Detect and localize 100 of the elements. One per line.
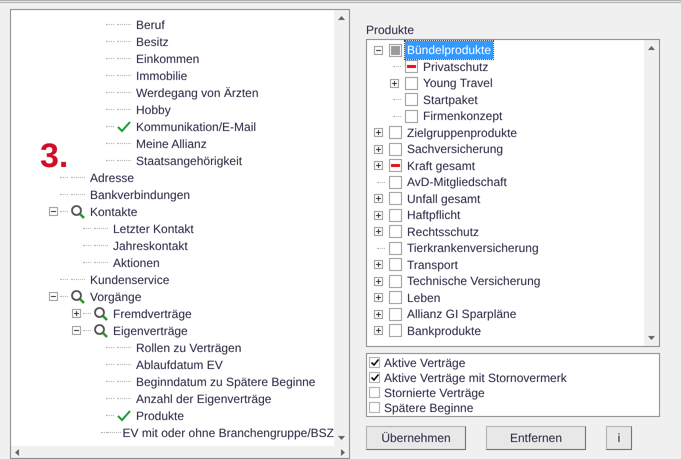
tree-item[interactable]: Immobilie <box>134 66 188 84</box>
scroll-right-icon[interactable] <box>341 448 345 456</box>
vertical-scrollbar[interactable] <box>644 40 659 346</box>
collapse-icon[interactable] <box>48 292 58 301</box>
scroll-down-icon[interactable] <box>338 436 345 440</box>
product-item[interactable]: Technische Versicherung <box>405 272 542 290</box>
tree-item[interactable]: Eigenverträge <box>111 322 188 340</box>
tree-item[interactable]: Staatsangehörigkeit <box>134 152 242 170</box>
scroll-up-icon[interactable] <box>338 16 345 20</box>
tree-item[interactable]: Adresse <box>88 168 134 186</box>
tree-checkbox[interactable] <box>389 225 402 238</box>
tree-checkbox[interactable] <box>389 142 402 156</box>
scroll-left-icon[interactable] <box>15 448 19 456</box>
product-item[interactable]: Tierkrankenversicherung <box>405 239 541 258</box>
expand-icon[interactable] <box>374 128 382 138</box>
expand-icon[interactable] <box>374 276 382 286</box>
product-item[interactable]: Unfall gesamt <box>405 190 482 208</box>
tree-checkbox[interactable] <box>389 176 402 189</box>
collapse-icon[interactable] <box>48 207 58 216</box>
tree-checkbox[interactable] <box>405 110 418 123</box>
expand-icon[interactable] <box>374 144 382 154</box>
expand-icon[interactable] <box>374 326 382 336</box>
product-item[interactable]: Haftpflicht <box>405 206 462 224</box>
product-item[interactable]: Startpaket <box>421 90 480 109</box>
tree-checkbox[interactable] <box>389 274 402 288</box>
filter-label[interactable]: Aktive Verträge <box>384 354 466 372</box>
tree-item[interactable]: Beginndatum zu Spätere Beginne <box>134 372 316 390</box>
product-item[interactable]: Transport <box>405 256 460 274</box>
tree-item[interactable]: Vorgänge <box>88 288 142 306</box>
product-item[interactable]: Sachversicherung <box>405 140 506 158</box>
tree-item[interactable]: Jahreskontakt <box>111 236 188 254</box>
product-item[interactable]: Bankprodukte <box>405 322 484 340</box>
expand-icon[interactable] <box>374 210 382 220</box>
product-item[interactable]: Young Travel <box>421 74 495 92</box>
action-button[interactable]: Entfernen <box>486 426 586 450</box>
expand-icon[interactable] <box>374 161 382 170</box>
tree-checkbox[interactable] <box>389 308 402 321</box>
tree-checkbox[interactable] <box>389 258 402 272</box>
tree-item[interactable]: Beruf <box>134 16 165 34</box>
product-item[interactable]: Leben <box>405 288 442 307</box>
filter-label[interactable]: Spätere Beginne <box>384 398 474 416</box>
tree-item[interactable]: Einkommen <box>134 50 200 68</box>
tree-checkbox[interactable] <box>389 126 402 140</box>
product-item[interactable]: Zielgruppenprodukte <box>405 124 520 142</box>
tree-item[interactable]: Rollen zu Verträgen <box>134 338 242 356</box>
tree-checkbox[interactable] <box>405 93 418 106</box>
product-item[interactable]: Kraft gesamt <box>405 156 478 175</box>
tree-item[interactable]: Werdegang von Ärzten <box>134 84 259 102</box>
tree-checkbox[interactable] <box>389 159 402 172</box>
product-item[interactable]: Allianz GI Sparpläne <box>405 305 518 324</box>
magnifier-icon <box>70 204 86 220</box>
tree-item[interactable]: Fremdverträge <box>111 304 192 322</box>
tree-checkbox[interactable] <box>389 291 402 304</box>
tree-item[interactable]: Aktionen <box>111 254 160 272</box>
tree-item[interactable]: Meine Allianz <box>134 134 207 152</box>
tree-item[interactable]: Bankverbindungen <box>88 186 190 204</box>
tree-item[interactable]: Hobby <box>134 100 171 118</box>
tree-item[interactable]: Kommunikation/E-Mail <box>134 118 256 136</box>
tree-checkbox[interactable] <box>389 324 402 338</box>
expand-icon[interactable] <box>72 309 80 318</box>
tree-checkbox[interactable] <box>405 60 418 74</box>
expand-icon[interactable] <box>374 194 382 204</box>
tree-item[interactable]: Anzahl der Eigenverträge <box>134 390 272 408</box>
collapse-icon[interactable] <box>374 46 382 55</box>
tree-checkbox[interactable] <box>389 192 402 206</box>
vertical-scrollbar[interactable] <box>334 10 349 446</box>
product-item[interactable]: Rechtsschutz <box>405 222 482 241</box>
expand-icon[interactable] <box>390 78 398 88</box>
checkbox[interactable] <box>369 387 380 398</box>
horizontal-scrollbar[interactable] <box>11 446 349 458</box>
filter-label[interactable]: Stornierte Verträge <box>384 384 485 402</box>
checkbox[interactable] <box>369 402 380 413</box>
tree-item[interactable]: Kundenservice <box>88 270 170 288</box>
tree-checkbox[interactable] <box>389 44 402 57</box>
tree-checkbox[interactable] <box>405 76 418 90</box>
tree-item[interactable]: Ablaufdatum EV <box>134 356 223 374</box>
expand-icon[interactable] <box>374 227 382 236</box>
tree-item[interactable]: Kontakte <box>88 202 138 220</box>
expand-icon[interactable] <box>374 260 382 270</box>
product-item[interactable]: Firmenkonzept <box>421 107 504 126</box>
magnifier-icon <box>93 322 109 338</box>
action-button[interactable]: Übernehmen <box>366 426 466 450</box>
scroll-down-icon[interactable] <box>648 336 655 340</box>
expand-icon[interactable] <box>374 310 382 319</box>
checkbox[interactable] <box>369 357 380 368</box>
tree-item[interactable]: Besitz <box>134 32 169 50</box>
product-item[interactable]: AvD-Mitgliedschaft <box>405 173 509 192</box>
action-button[interactable]: i <box>606 426 632 450</box>
scroll-up-icon[interactable] <box>648 46 655 50</box>
tree-item[interactable]: EV mit oder ohne Branchengruppe/BSZ <box>120 424 334 442</box>
tree-checkbox[interactable] <box>389 208 402 222</box>
filter-label[interactable]: Aktive Verträge mit Stornovermerk <box>384 368 567 386</box>
step-number-annotation: 3. <box>40 139 68 173</box>
collapse-icon[interactable] <box>72 326 80 335</box>
tree-checkbox[interactable] <box>389 242 402 255</box>
tree-item[interactable]: Produkte <box>134 406 184 424</box>
tree-item[interactable]: Letzter Kontakt <box>111 220 194 238</box>
checkbox[interactable] <box>369 372 380 383</box>
product-item[interactable]: Privatschutz <box>421 58 490 76</box>
expand-icon[interactable] <box>374 293 382 302</box>
